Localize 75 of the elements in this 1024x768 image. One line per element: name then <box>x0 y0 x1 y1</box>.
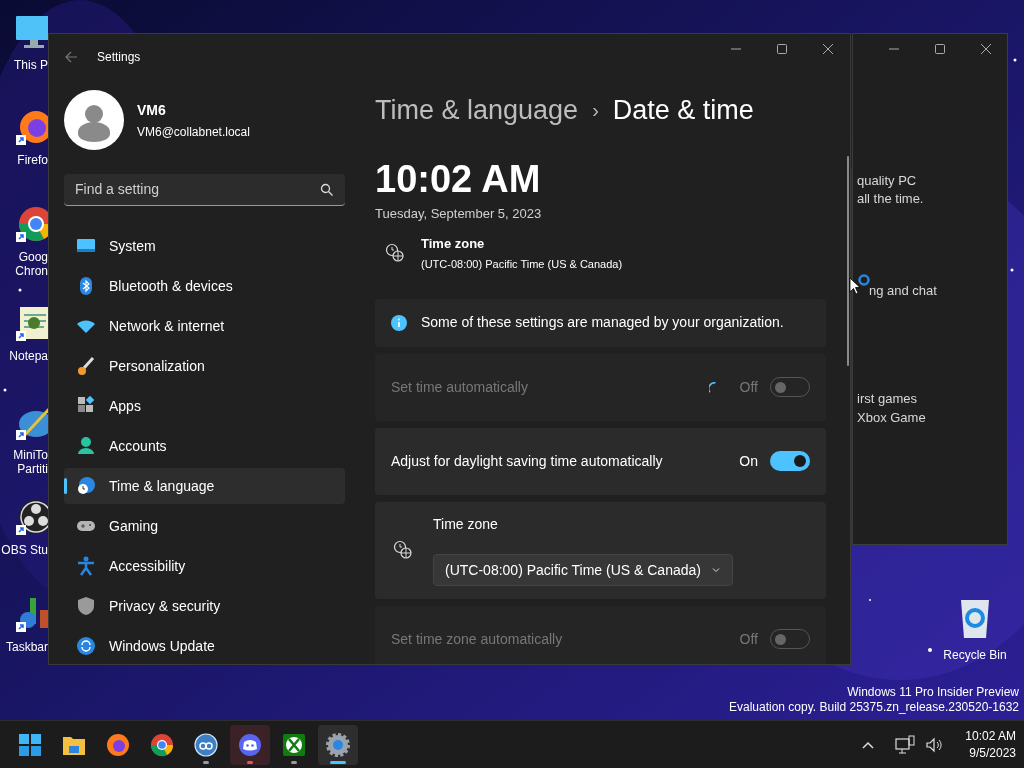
icon-label[interactable]: Notepa <box>0 349 48 364</box>
edition-text: Evaluation copy. Build 25375.zn_release.230520-1632 <box>729 700 1019 715</box>
clock-globe-icon <box>385 243 405 263</box>
icon-label[interactable]: Recycle Bin <box>936 646 1014 664</box>
taskbar-button[interactable] <box>318 725 358 765</box>
time-zone-value: (UTC-08:00) Pacific Time (US & Canada) <box>421 257 623 272</box>
nav-item[interactable]: Time & language <box>64 468 345 504</box>
toggle-switch[interactable] <box>770 451 810 471</box>
breadcrumb-separator: › <box>592 98 599 123</box>
nav-item[interactable]: Network & internet <box>64 308 345 344</box>
info-text: Some of these settings are managed by your organization. <box>421 313 784 332</box>
chat-icon <box>236 731 264 759</box>
app-text: Xbox Game <box>857 409 926 427</box>
accessibility-icon <box>76 556 96 576</box>
page-title: Date & time <box>612 93 754 127</box>
clock-globe-icon <box>393 540 413 560</box>
setting-label: Set time automatically <box>391 377 529 397</box>
icon-label[interactable]: Partiti <box>0 462 48 477</box>
nav-item[interactable]: Windows Update <box>64 628 345 664</box>
busy-cursor-icon <box>849 274 871 296</box>
search-field[interactable]: Find a setting <box>64 174 345 206</box>
start-icon <box>16 731 44 759</box>
app-text: irst games <box>857 390 917 408</box>
user-name: VM6 <box>137 100 167 120</box>
toggle-state: Off <box>739 629 758 649</box>
taskbar-button[interactable] <box>230 725 270 765</box>
current-time: 10:02 AM <box>375 158 542 200</box>
user-email: VM6@collabnet.local <box>137 123 250 141</box>
breadcrumb-link[interactable]: Time & language <box>375 89 579 131</box>
search-icon <box>320 182 334 197</box>
scrollbar[interactable] <box>847 156 849 366</box>
nav-item[interactable]: Apps <box>64 388 345 424</box>
icon-label[interactable]: Goog <box>0 250 48 265</box>
toggle-state: Off <box>739 377 758 397</box>
icon-label[interactable]: Chron <box>0 264 48 279</box>
nav-item[interactable]: Bluetooth & devices <box>64 268 345 304</box>
edition-text: Windows 11 Pro Insider Preview <box>847 685 1019 700</box>
browser-icon <box>104 731 132 759</box>
nav-item[interactable]: Accounts <box>64 428 345 464</box>
shield-icon <box>76 596 96 616</box>
nav-item[interactable]: Gaming <box>64 508 345 544</box>
nav-item[interactable]: Privacy & security <box>64 588 345 624</box>
icon-label[interactable]: Firefo <box>0 153 48 168</box>
network-icon[interactable] <box>895 735 916 755</box>
nav-item[interactable]: System <box>64 228 345 264</box>
time-zone-dropdown[interactable]: (UTC-08:00) Pacific Time (US & Canada) <box>433 554 733 586</box>
icon-label[interactable]: MiniTo <box>0 448 48 463</box>
gear-icon <box>324 731 352 759</box>
xbox-icon <box>280 731 308 759</box>
nav-item[interactable]: Accessibility <box>64 548 345 584</box>
brush-icon <box>76 356 96 376</box>
setting-label: Set time zone automatically <box>391 629 564 649</box>
setting-label: Time zone <box>433 515 499 534</box>
icon-label[interactable]: This P <box>0 58 48 73</box>
app-text: quality PC <box>857 172 917 190</box>
chevron-down-icon <box>710 565 721 575</box>
back-arrow-icon[interactable] <box>63 49 79 65</box>
info-icon <box>391 314 407 331</box>
app-text: all the time. <box>857 190 924 208</box>
nav-item[interactable]: Personalization <box>64 348 345 384</box>
setting-label: Adjust for daylight saving time automatically <box>391 451 664 471</box>
browser-icon <box>148 731 176 759</box>
icon-label[interactable]: Taskbar <box>0 640 48 655</box>
time-zone-label: Time zone <box>421 234 486 253</box>
sync-icon <box>76 636 96 656</box>
clock-globe-icon <box>76 476 96 496</box>
toggle-state: On <box>739 451 758 471</box>
person-icon <box>76 436 96 456</box>
app-text: ng and chat <box>869 282 937 300</box>
window-title: Settings <box>97 49 141 66</box>
avatar-icon <box>64 90 124 150</box>
clock[interactable]: 10:02 AM 9/5/2023 <box>965 728 1016 762</box>
icon-label[interactable]: OBS Stu <box>0 543 48 558</box>
current-date: Tuesday, September 5, 2023 <box>375 205 543 223</box>
torrent-icon <box>192 731 220 759</box>
